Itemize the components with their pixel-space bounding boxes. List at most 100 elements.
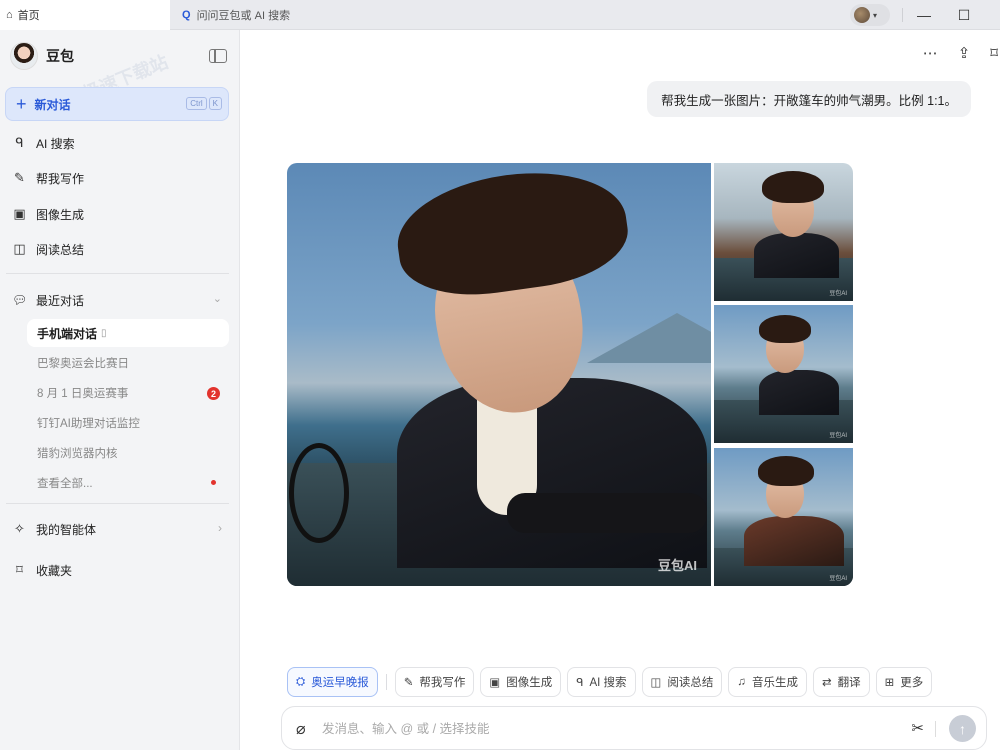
chevron-right-icon: › xyxy=(218,521,222,535)
shortcut-key: Ctrl xyxy=(186,97,207,110)
generated-image-gallery: 豆包AI 豆包AI 豆包AI 豆包AI xyxy=(287,163,853,586)
sidebar-item-label: 收藏夹 xyxy=(36,563,73,578)
recent-chat-item[interactable]: 8 月 1 日奥运赛事 xyxy=(37,382,128,404)
hair-shape xyxy=(762,171,824,203)
write-icon: ✎ xyxy=(14,170,25,185)
sidebar-item-ai-search[interactable]: ᑫ AI 搜索 xyxy=(12,131,74,155)
sidebar-item-writing[interactable]: ✎ 帮我写作 xyxy=(12,166,84,190)
shortcut-key: K xyxy=(208,97,222,110)
divider xyxy=(385,674,387,690)
sidebar-item-read-summary[interactable]: ◫ 阅读总结 xyxy=(12,237,84,261)
brand[interactable]: 豆包 xyxy=(10,42,74,70)
divider xyxy=(935,721,936,737)
mountain-shape xyxy=(587,313,711,363)
recent-chats-header[interactable]: 💬︎ 最近对话 ⌄ xyxy=(12,288,222,312)
recent-chat-label: 手机端对话 xyxy=(37,326,98,341)
sidebar-item-label: 我的智能体 xyxy=(36,522,97,537)
skill-olympic-report[interactable]: ⛭ 奥运早晚报 xyxy=(287,667,378,697)
plus-icon: + xyxy=(16,94,27,114)
sidebar: 极速下载站 豆包 + 新对话 Ctrl K ᑫ AI 搜索 ✎ 帮我写作 ▣ 图… xyxy=(0,30,240,750)
read-summary-icon: ◫ xyxy=(13,241,26,256)
sidebar-item-image-gen[interactable]: ▣ 图像生成 xyxy=(12,202,84,226)
tab-search[interactable]: Q 问问豆包或 AI 搜索 xyxy=(170,0,290,30)
recent-chat-item[interactable]: 猎豹浏览器内核 xyxy=(37,442,118,464)
recent-chat-label: 猎豹浏览器内核 xyxy=(37,448,118,460)
sidebar-toggle-icon[interactable] xyxy=(209,49,227,63)
skill-label: 奥运早晚报 xyxy=(311,677,369,689)
recent-chat-label: 钉钉AI助理对话监控 xyxy=(37,418,140,430)
skill-translate[interactable]: ⇄ 翻译 xyxy=(813,667,870,697)
bookmark-icon: ⌑ xyxy=(16,562,23,577)
recent-chat-item[interactable]: 巴黎奥运会比赛日 xyxy=(37,352,129,374)
skill-writing[interactable]: ✎ 帮我写作 xyxy=(394,667,475,697)
olympic-icon: ⛭ xyxy=(296,675,306,688)
more-grid-icon: ⊞ xyxy=(884,677,895,689)
chevron-down-icon: ⌄ xyxy=(212,293,222,305)
shortcut-hint: Ctrl K xyxy=(186,97,222,110)
image-watermark: 豆包AI xyxy=(829,291,847,297)
skill-label: 翻译 xyxy=(837,677,861,689)
ai-search-icon: ᑫ xyxy=(576,677,584,689)
divider xyxy=(902,8,903,22)
skills-bar: ⛭ 奥运早晚报 ✎ 帮我写作 ▣ 图像生成 ᑫ AI 搜索 ◫ 阅读总结 ♫ 音… xyxy=(287,667,933,697)
minimize-button[interactable]: — xyxy=(904,0,944,30)
generated-image-main[interactable]: 豆包AI xyxy=(287,163,711,586)
unread-badge: 2 xyxy=(207,387,220,400)
screenshot-icon[interactable]: ✂ xyxy=(911,719,924,737)
generated-image-thumb[interactable]: 豆包AI xyxy=(714,163,853,301)
tab-search-label: 问问豆包或 AI 搜索 xyxy=(196,10,291,22)
skill-read-summary[interactable]: ◫ 阅读总结 xyxy=(641,667,723,697)
maximize-button[interactable]: ☐ xyxy=(944,0,984,30)
jacket-shape xyxy=(754,233,839,278)
generated-image-thumb[interactable]: 豆包AI xyxy=(714,305,853,443)
new-chat-button[interactable]: + 新对话 Ctrl K xyxy=(5,87,229,121)
image-gen-icon: ▣ xyxy=(489,677,501,689)
read-summary-icon: ◫ xyxy=(650,677,662,689)
user-avatar-menu[interactable]: ▾ xyxy=(850,4,890,26)
skill-label: 更多 xyxy=(900,677,924,689)
user-message: 帮我生成一张图片：开敞篷车的帅气潮男。比例 1:1。 xyxy=(647,81,971,117)
tab-home[interactable]: ⌂ 首页 xyxy=(0,0,170,30)
share-icon[interactable]: ⇪ xyxy=(958,44,971,62)
car-seat-shape xyxy=(507,493,707,533)
divider xyxy=(6,503,229,504)
skill-label: 帮我写作 xyxy=(419,677,466,689)
notification-dot xyxy=(211,480,216,485)
brand-name: 豆包 xyxy=(46,48,74,64)
sidebar-item-label: 图像生成 xyxy=(36,207,85,222)
chat-bubble-icon: 💬︎ xyxy=(12,293,28,307)
skill-image-gen[interactable]: ▣ 图像生成 xyxy=(480,667,562,697)
skill-ai-search[interactable]: ᑫ AI 搜索 xyxy=(567,667,636,697)
generated-image-thumb[interactable]: 豆包AI xyxy=(714,448,853,586)
view-all-link[interactable]: 查看全部... xyxy=(37,472,93,494)
send-button[interactable]: ↑ xyxy=(949,715,976,742)
message-input[interactable] xyxy=(322,717,882,741)
jacket-shape xyxy=(759,370,839,415)
hair-shape xyxy=(759,315,811,343)
recent-chat-item[interactable]: 手机端对话 ▯ xyxy=(27,319,229,347)
tab-home-label: 首页 xyxy=(17,10,40,22)
bookmark-add-icon[interactable]: ⌑ xyxy=(990,44,998,62)
new-chat-label: 新对话 xyxy=(34,97,71,112)
message-composer: ⌀ ✂ ↑ xyxy=(281,706,987,750)
image-gen-icon: ▣ xyxy=(13,206,26,221)
sidebar-item-label: 阅读总结 xyxy=(36,242,85,257)
steering-wheel-shape xyxy=(289,443,349,543)
recent-chat-item[interactable]: 钉钉AI助理对话监控 xyxy=(37,412,140,434)
skill-label: 阅读总结 xyxy=(667,677,714,689)
attachment-icon[interactable]: ⌀ xyxy=(296,719,306,739)
recent-chats-title: 最近对话 xyxy=(36,293,85,308)
jacket-shape xyxy=(744,516,844,566)
sidebar-item-favorites[interactable]: ⌑ 收藏夹 xyxy=(12,558,72,582)
sidebar-item-agents[interactable]: ✧ 我的智能体 › xyxy=(12,517,222,541)
title-bar: ⌂ 首页 Q 问问豆包或 AI 搜索 ▾ — ☐ xyxy=(0,0,1000,30)
write-icon: ✎ xyxy=(403,677,414,689)
avatar xyxy=(854,7,870,23)
ai-search-icon: ᑫ xyxy=(15,135,24,150)
skill-label: 音乐生成 xyxy=(752,677,799,689)
image-watermark: 豆包AI xyxy=(657,558,697,573)
image-watermark: 豆包AI xyxy=(829,576,847,582)
skill-more[interactable]: ⊞ 更多 xyxy=(875,667,933,697)
more-options-icon[interactable]: ⋯ xyxy=(923,44,938,62)
skill-music-gen[interactable]: ♫ 音乐生成 xyxy=(728,667,808,697)
